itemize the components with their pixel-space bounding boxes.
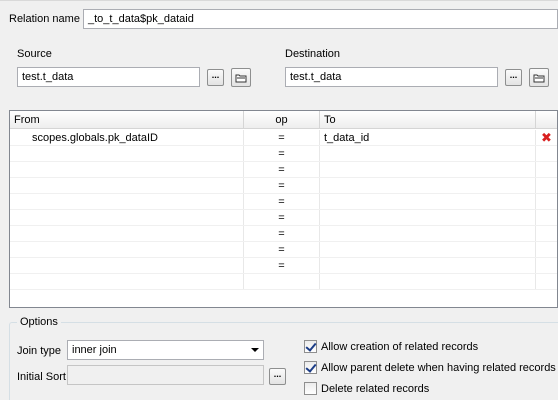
relation-name-label: Relation name	[9, 13, 80, 25]
cell-to[interactable]	[320, 226, 536, 242]
table-header: From op To	[10, 111, 557, 129]
table-row[interactable]: =	[10, 210, 557, 226]
cell-from[interactable]	[10, 194, 244, 210]
cell-op[interactable]: =	[244, 210, 320, 226]
cell-from[interactable]	[10, 242, 244, 258]
cell-to[interactable]	[320, 210, 536, 226]
cell-to[interactable]	[320, 258, 536, 274]
table-row[interactable]: =	[10, 162, 557, 178]
delete-related-checkbox[interactable]: Delete related records	[304, 382, 429, 395]
join-type-label: Join type	[17, 345, 62, 357]
cell-from[interactable]	[10, 226, 244, 242]
cell-op[interactable]: =	[244, 146, 320, 162]
destination-open-button[interactable]	[529, 68, 549, 87]
checkbox-label: Allow creation of related records	[321, 340, 479, 353]
cell-from[interactable]	[10, 258, 244, 274]
cell-op[interactable]: =	[244, 162, 320, 178]
cell-to[interactable]	[320, 162, 536, 178]
join-type-select[interactable]: inner join	[67, 340, 264, 360]
cell-from[interactable]	[10, 178, 244, 194]
ellipsis-label: ...	[211, 70, 220, 80]
table-row[interactable]: =	[10, 258, 557, 274]
cell-op[interactable]: =	[244, 258, 320, 274]
cell-to[interactable]	[320, 274, 536, 290]
cell-from[interactable]: scopes.globals.pk_dataID	[10, 130, 244, 146]
initial-sort-label: Initial Sort	[17, 371, 66, 383]
top-divider	[0, 0, 558, 1]
delete-row-icon[interactable]: ✖	[541, 131, 552, 144]
source-browse-button[interactable]: ...	[207, 69, 224, 86]
table-row[interactable]: =	[10, 178, 557, 194]
cell-to[interactable]	[320, 242, 536, 258]
checkbox-label: Delete related records	[321, 382, 430, 395]
destination-browse-button[interactable]: ...	[505, 69, 522, 86]
source-input[interactable]: test.t_data	[17, 67, 200, 87]
table-row[interactable]: =	[10, 146, 557, 162]
cell-to[interactable]	[320, 146, 536, 162]
column-header-op[interactable]: op	[244, 111, 320, 129]
column-header-from[interactable]: From	[10, 111, 244, 129]
relation-keys-table[interactable]: From op To scopes.globals.pk_dataID = t_da…	[9, 110, 558, 308]
table-row[interactable]: =	[10, 194, 557, 210]
cell-to[interactable]	[320, 178, 536, 194]
table-row[interactable]: scopes.globals.pk_dataID = t_data_id ✖	[10, 130, 557, 146]
relation-name-input[interactable]: _to_t_data$pk_dataid	[83, 9, 558, 29]
options-title: Options	[17, 316, 61, 328]
cell-from[interactable]	[10, 146, 244, 162]
destination-input[interactable]: test.t_data	[285, 67, 498, 87]
folder-icon	[533, 74, 545, 82]
cell-op[interactable]: =	[244, 194, 320, 210]
cell-to[interactable]: t_data_id	[320, 130, 536, 146]
join-type-value: inner join	[72, 344, 117, 356]
column-header-to[interactable]: To	[320, 111, 536, 129]
checkbox-label: Allow parent delete when having related …	[321, 361, 556, 374]
cell-op[interactable]	[244, 274, 320, 290]
table-row[interactable]: =	[10, 242, 557, 258]
cell-from[interactable]	[10, 274, 244, 290]
initial-sort-button[interactable]: ...	[269, 368, 286, 385]
destination-label: Destination	[285, 48, 341, 60]
allow-creation-checkbox[interactable]: Allow creation of related records	[304, 340, 478, 353]
allow-parent-delete-checkbox[interactable]: Allow parent delete when having related …	[304, 361, 556, 374]
table-row[interactable]: =	[10, 226, 557, 242]
chevron-down-icon	[251, 348, 259, 352]
source-open-button[interactable]	[231, 68, 251, 87]
row-divider	[10, 289, 557, 290]
table-row[interactable]	[10, 274, 557, 290]
cell-op[interactable]: =	[244, 242, 320, 258]
source-label: Source	[17, 48, 52, 60]
ellipsis-label: ...	[509, 70, 518, 80]
cell-from[interactable]	[10, 210, 244, 226]
cell-from[interactable]	[10, 162, 244, 178]
folder-icon	[235, 74, 247, 82]
checkbox-box[interactable]	[304, 382, 317, 395]
cell-op[interactable]: =	[244, 226, 320, 242]
cell-to[interactable]	[320, 194, 536, 210]
checkbox-box[interactable]	[304, 361, 317, 374]
checkbox-box[interactable]	[304, 340, 317, 353]
ellipsis-label: ...	[273, 369, 282, 379]
cell-op[interactable]: =	[244, 130, 320, 146]
initial-sort-input[interactable]	[67, 365, 264, 385]
cell-op[interactable]: =	[244, 178, 320, 194]
